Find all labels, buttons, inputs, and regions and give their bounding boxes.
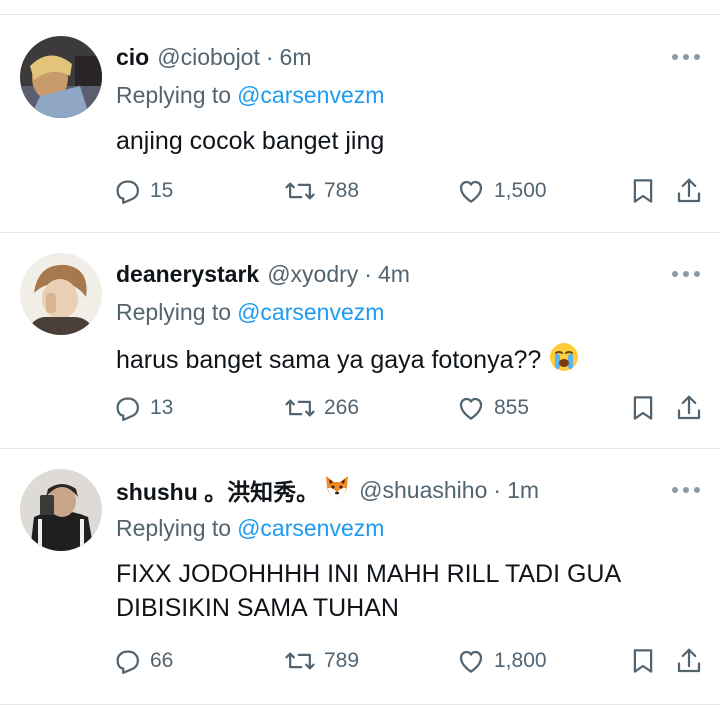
replying-to-link[interactable]: @carsenvezm: [237, 82, 384, 109]
bookmark-icon: [633, 396, 653, 420]
share-icon: [677, 178, 701, 203]
display-name[interactable]: cio: [116, 44, 149, 71]
reply-icon: [116, 397, 139, 421]
retweet-button[interactable]: 266: [284, 391, 359, 425]
like-button[interactable]: 1,800: [456, 644, 547, 678]
retweet-count: 266: [324, 396, 360, 419]
replying-to-label: Replying to: [116, 514, 232, 541]
bookmark-button[interactable]: [628, 644, 658, 678]
reply-count: 66: [150, 649, 174, 672]
tweet-header: shushu 。洪知秀。 @shuashiho · 1m: [116, 475, 539, 505]
retweet-icon: [285, 182, 315, 200]
tweet-text: anjing cocok banget jing: [116, 124, 696, 158]
reply-button[interactable]: 66: [112, 644, 173, 678]
reply-icon: [116, 180, 139, 204]
bookmark-icon: [633, 179, 653, 203]
reply-tweet-3[interactable]: shushu 。洪知秀。 @shuashiho · 1m Replying to…: [0, 449, 720, 704]
like-count: 855: [494, 396, 530, 419]
avatar[interactable]: [20, 469, 102, 551]
fox-face-emoji-icon: [323, 473, 351, 507]
retweet-button[interactable]: 788: [284, 174, 359, 208]
heart-icon: [459, 180, 483, 203]
share-button[interactable]: [674, 391, 704, 425]
retweet-icon: [285, 399, 315, 417]
tweet-text-body: anjing cocok banget jing: [116, 127, 385, 155]
replying-to-link[interactable]: @carsenvezm: [237, 515, 384, 542]
tweet-header: cio @ciobojot · 6m: [116, 42, 311, 72]
timestamp[interactable]: 1m: [507, 477, 539, 504]
timestamp[interactable]: 4m: [378, 261, 410, 288]
replying-to-label: Replying to: [116, 298, 232, 325]
retweet-button[interactable]: 789: [284, 644, 359, 678]
display-name[interactable]: shushu 。洪知秀。: [116, 473, 319, 507]
reply-button[interactable]: 15: [112, 174, 173, 208]
share-icon: [677, 648, 701, 673]
more-options-icon[interactable]: [672, 267, 700, 281]
reply-tweet-2[interactable]: deanerystark @xyodry · 4m Replying to @c…: [0, 233, 720, 448]
replying-to-label: Replying to: [116, 81, 232, 108]
retweet-icon: [285, 652, 315, 670]
separator-dot: ·: [364, 260, 372, 287]
like-count: 1,500: [494, 179, 547, 202]
tweet-divider: [0, 704, 720, 705]
like-count: 1,800: [494, 649, 547, 672]
share-button[interactable]: [674, 644, 704, 678]
bookmark-button[interactable]: [628, 174, 658, 208]
more-options-icon[interactable]: [672, 483, 700, 497]
display-name[interactable]: deanerystark: [116, 261, 259, 288]
avatar[interactable]: [20, 36, 102, 118]
separator-dot: ·: [493, 476, 502, 503]
action-bar: 15 788 1,500: [112, 174, 708, 208]
like-button[interactable]: 855: [456, 391, 529, 425]
action-bar: 13 266 855: [112, 391, 708, 425]
tweet-text-body: FIXX JODOHHHH INI MAHH RILL TADI GUA DIB…: [116, 560, 620, 622]
share-button[interactable]: [674, 174, 704, 208]
tweet-text-body: harus banget sama ya gaya fotonya??: [116, 346, 542, 375]
crying-face-emoji-icon: [548, 341, 580, 382]
separator-dot: ·: [265, 43, 274, 70]
reply-icon: [116, 650, 139, 674]
more-options-icon[interactable]: [672, 50, 700, 64]
heart-icon: [459, 397, 483, 420]
timestamp[interactable]: 6m: [280, 44, 312, 71]
replying-to-line: Replying to @carsenvezm: [116, 297, 384, 327]
retweet-count: 789: [324, 649, 360, 672]
heart-icon: [459, 650, 483, 673]
username-handle[interactable]: @shuashiho: [359, 477, 487, 504]
reply-count: 15: [150, 179, 174, 202]
replying-to-line: Replying to @carsenvezm: [116, 80, 384, 110]
tweet-text: harus banget sama ya gaya fotonya??: [116, 341, 696, 382]
share-icon: [677, 395, 701, 420]
replying-to-link[interactable]: @carsenvezm: [237, 299, 384, 326]
tweet-header: deanerystark @xyodry · 4m: [116, 259, 410, 289]
like-button[interactable]: 1,500: [456, 174, 547, 208]
username-handle[interactable]: @ciobojot: [157, 44, 260, 71]
reply-button[interactable]: 13: [112, 391, 173, 425]
replying-to-line: Replying to @carsenvezm: [116, 513, 384, 543]
retweet-count: 788: [324, 179, 360, 202]
bookmark-icon: [633, 649, 653, 673]
reply-tweet-1[interactable]: cio @ciobojot · 6m Replying to @carsenve…: [0, 0, 720, 232]
tweet-text: FIXX JODOHHHH INI MAHH RILL TADI GUA DIB…: [116, 557, 686, 625]
action-bar: 66 789 1,800: [112, 644, 708, 678]
reply-count: 13: [150, 396, 174, 419]
bookmark-button[interactable]: [628, 391, 658, 425]
avatar[interactable]: [20, 253, 102, 335]
username-handle[interactable]: @xyodry: [267, 261, 358, 288]
